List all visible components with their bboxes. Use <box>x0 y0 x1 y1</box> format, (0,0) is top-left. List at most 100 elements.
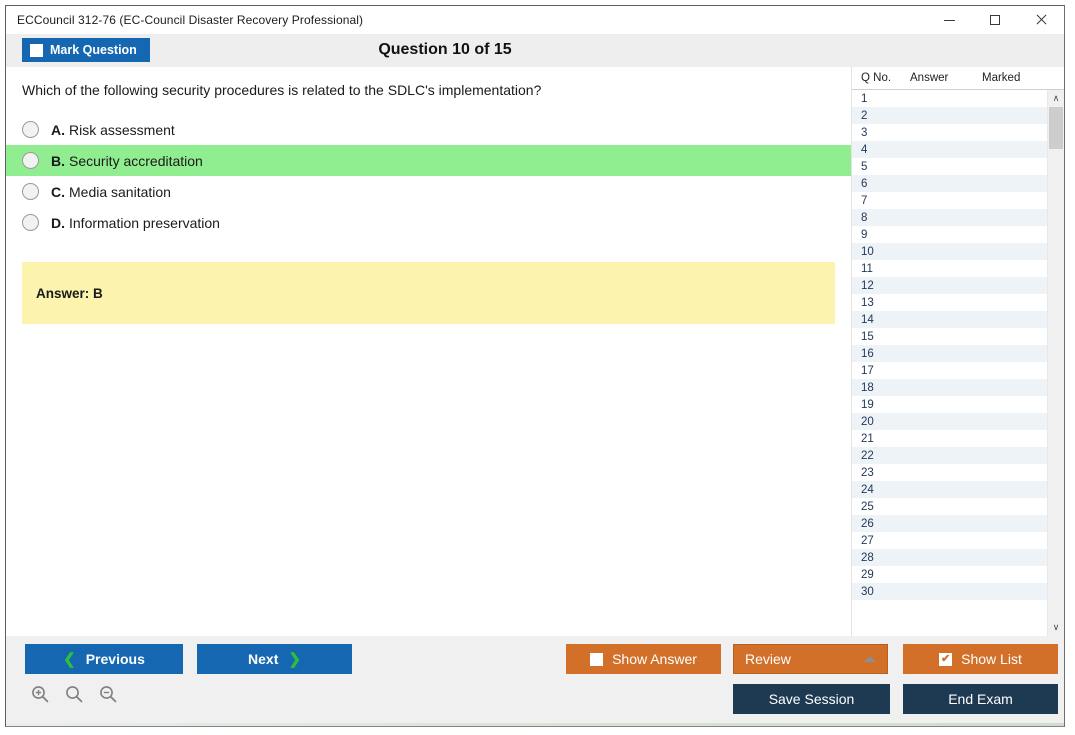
question-list-cell-qno: 8 <box>861 211 868 224</box>
option-letter-c: C. <box>51 183 65 200</box>
scroll-down-arrow-icon[interactable]: ∨ <box>1048 619 1064 636</box>
save-session-button[interactable]: Save Session <box>733 684 890 714</box>
show-list-checkbox-icon: ✔ <box>939 652 953 666</box>
question-list-scrollbar[interactable]: ∧ ∨ <box>1047 90 1064 636</box>
question-list-row[interactable]: 2 <box>852 107 1047 124</box>
scrollbar-thumb[interactable] <box>1049 107 1063 149</box>
question-list-cell-qno: 22 <box>861 449 874 462</box>
column-header-answer: Answer <box>910 72 949 84</box>
question-list-row[interactable]: 10 <box>852 243 1047 260</box>
question-text: Which of the following security procedur… <box>22 82 542 98</box>
question-list-cell-qno: 4 <box>861 143 868 156</box>
zoom-in-icon[interactable] <box>30 684 50 704</box>
question-list-row[interactable]: 14 <box>852 311 1047 328</box>
question-list-row[interactable]: 11 <box>852 260 1047 277</box>
question-list-row[interactable]: 23 <box>852 464 1047 481</box>
show-answer-button[interactable]: Show Answer <box>566 644 721 674</box>
question-counter: Question 10 of 15 <box>378 41 512 58</box>
question-list-row[interactable]: 27 <box>852 532 1047 549</box>
question-list-row[interactable]: 9 <box>852 226 1047 243</box>
next-label: Next <box>248 651 279 667</box>
question-list-cell-qno: 12 <box>861 279 874 292</box>
option-row-d[interactable]: D. Information preservation <box>6 207 851 238</box>
question-list-cell-qno: 18 <box>861 381 874 394</box>
question-list-scroll-area: 1 2 3 4 5 6 7 8 9 10 11 12 13 14 15 16 17 18 19 20 21 22 23 24 2… <box>852 90 1064 636</box>
end-exam-label: End Exam <box>948 691 1013 707</box>
option-row-b[interactable]: B. Security accreditation <box>6 145 851 177</box>
question-list-row[interactable]: 22 <box>852 447 1047 464</box>
radio-icon-d[interactable] <box>22 214 39 232</box>
show-answer-checkbox-icon <box>590 652 604 666</box>
question-list-cell-qno: 13 <box>861 296 874 309</box>
question-list-row[interactable]: 29 <box>852 566 1047 583</box>
question-list-row[interactable]: 28 <box>852 549 1047 566</box>
answer-label: Answer: B <box>36 285 103 301</box>
question-list-cell-qno: 15 <box>861 330 874 343</box>
radio-icon-c[interactable] <box>22 183 39 201</box>
question-list-cell-qno: 14 <box>861 313 874 326</box>
zoom-toolbar <box>30 684 118 704</box>
next-button[interactable]: Next ❯ <box>197 644 352 674</box>
question-list-cell-qno: 23 <box>861 466 874 479</box>
radio-icon-b[interactable] <box>22 152 39 170</box>
question-list-row[interactable]: 12 <box>852 277 1047 294</box>
review-dropdown[interactable]: Review <box>733 644 888 674</box>
radio-icon-a[interactable] <box>22 121 39 139</box>
question-list-rows: 1 2 3 4 5 6 7 8 9 10 11 12 13 14 15 16 17 18 19 20 21 22 23 24 2… <box>852 90 1047 636</box>
option-text-b: Security accreditation <box>69 152 203 169</box>
answer-options-list: A. Risk assessment B. Security accredita… <box>6 114 851 238</box>
window-bottom-edge <box>6 723 1064 726</box>
column-header-qno: Q No. <box>861 72 892 84</box>
question-list-row[interactable]: 20 <box>852 413 1047 430</box>
question-list-row[interactable]: 16 <box>852 345 1047 362</box>
question-list-cell-qno: 29 <box>861 568 874 581</box>
question-list-row[interactable]: 4 <box>852 141 1047 158</box>
question-list-row[interactable]: 5 <box>852 158 1047 175</box>
exam-body: Which of the following security procedur… <box>6 67 1064 636</box>
end-exam-button[interactable]: End Exam <box>903 684 1058 714</box>
question-list-cell-qno: 30 <box>861 585 874 598</box>
maximize-button[interactable] <box>972 6 1018 34</box>
question-list-row[interactable]: 19 <box>852 396 1047 413</box>
window-title: ECCouncil 312-76 (EC-Council Disaster Re… <box>17 13 364 27</box>
question-list-row[interactable]: 30 <box>852 583 1047 600</box>
question-list-row[interactable]: 3 <box>852 124 1047 141</box>
question-list-cell-qno: 7 <box>861 194 868 207</box>
exam-window: ECCouncil 312-76 (EC-Council Disaster Re… <box>5 5 1065 727</box>
question-list-row[interactable]: 15 <box>852 328 1047 345</box>
option-text-d: Information preservation <box>69 214 220 231</box>
question-list-row[interactable]: 1 <box>852 90 1047 107</box>
minimize-button[interactable] <box>926 6 972 34</box>
previous-label: Previous <box>85 651 145 667</box>
question-list-cell-qno: 19 <box>861 398 874 411</box>
save-session-label: Save Session <box>768 691 855 707</box>
show-list-label: Show List <box>961 651 1022 667</box>
zoom-out-icon[interactable] <box>98 684 118 704</box>
question-list-cell-qno: 17 <box>861 364 874 377</box>
chevron-up-icon <box>864 656 876 662</box>
option-letter-a: A. <box>51 121 65 138</box>
question-list-row[interactable]: 8 <box>852 209 1047 226</box>
scroll-up-arrow-icon[interactable]: ∧ <box>1048 90 1064 107</box>
question-list-row[interactable]: 24 <box>852 481 1047 498</box>
question-list-row[interactable]: 21 <box>852 430 1047 447</box>
question-list-cell-qno: 20 <box>861 415 874 428</box>
question-pane: Which of the following security procedur… <box>6 67 852 636</box>
zoom-reset-icon[interactable] <box>64 684 84 704</box>
question-list-cell-qno: 21 <box>861 432 874 445</box>
question-list-row[interactable]: 25 <box>852 498 1047 515</box>
minimize-icon <box>943 19 955 21</box>
close-button[interactable] <box>1018 6 1064 34</box>
show-list-button[interactable]: ✔ Show List <box>903 644 1058 674</box>
option-row-c[interactable]: C. Media sanitation <box>6 176 851 207</box>
question-list-row[interactable]: 17 <box>852 362 1047 379</box>
option-text-a: Risk assessment <box>69 121 175 138</box>
previous-button[interactable]: ❮ Previous <box>25 644 183 674</box>
question-list-row[interactable]: 26 <box>852 515 1047 532</box>
question-list-row[interactable]: 7 <box>852 192 1047 209</box>
question-list-row[interactable]: 6 <box>852 175 1047 192</box>
question-list-row[interactable]: 13 <box>852 294 1047 311</box>
question-list-panel: Q No. Answer Marked 1 2 3 4 5 6 7 8 9 10 11 12 13 14 1… <box>852 67 1064 636</box>
option-row-a[interactable]: A. Risk assessment <box>6 114 851 145</box>
question-list-row[interactable]: 18 <box>852 379 1047 396</box>
